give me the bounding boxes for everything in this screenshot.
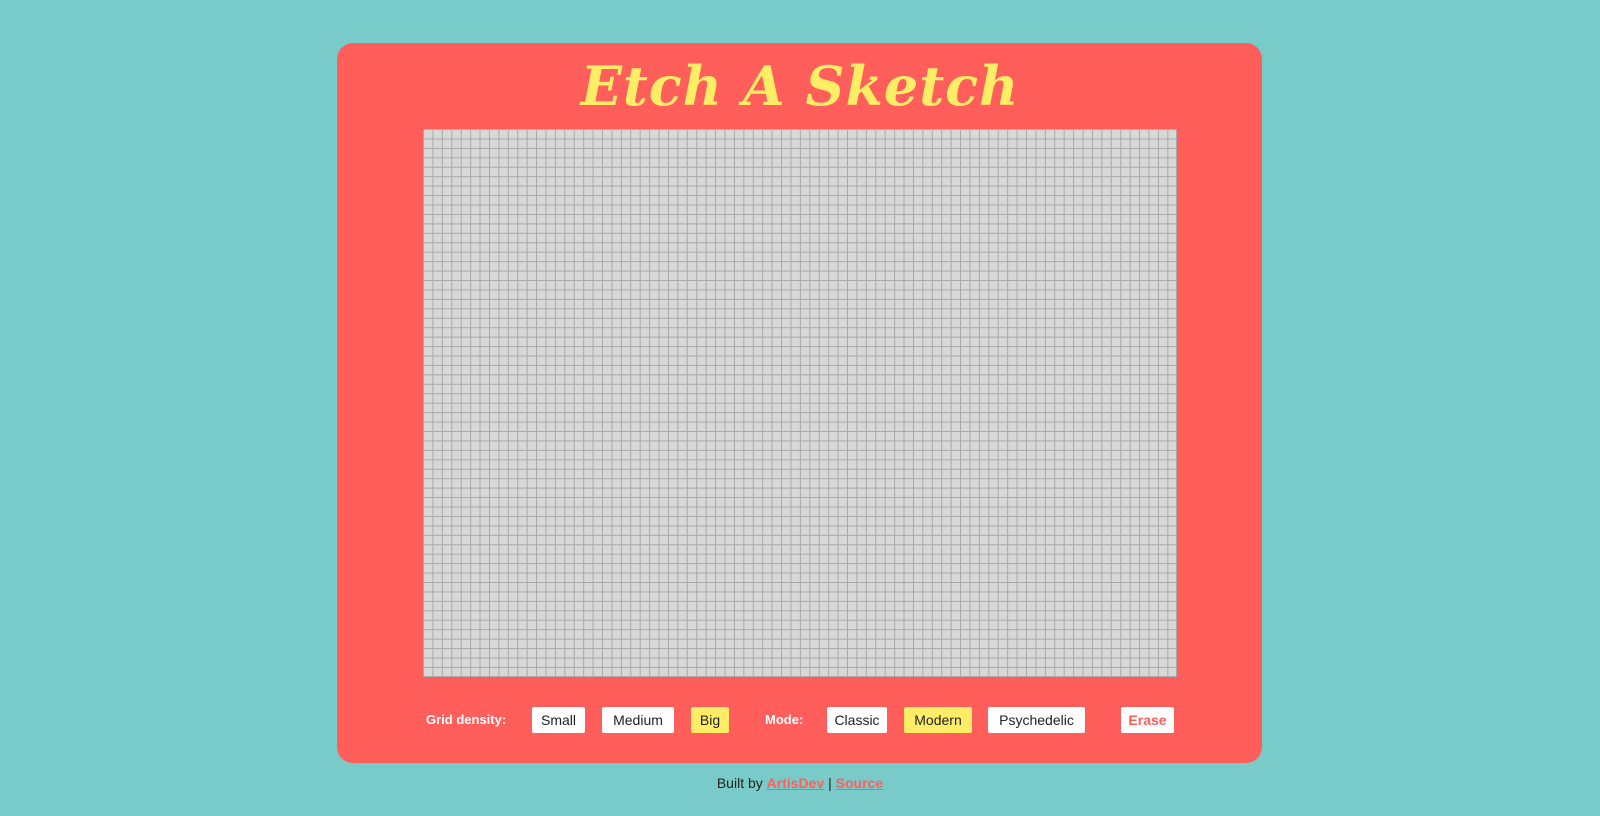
app-title: Etch A Sketch [580, 54, 1020, 118]
controls-bar: Grid density: Small Medium Big Mode: Cla… [0, 707, 1600, 733]
footer: Built by ArtisDev | Source [0, 772, 1600, 794]
mode-label: Mode: [765, 712, 804, 727]
mode-psychedelic-button[interactable]: Psychedelic [988, 707, 1085, 733]
grid-density-label: Grid density: [426, 712, 507, 727]
mode-modern-button[interactable]: Modern [904, 707, 972, 733]
density-big-button[interactable]: Big [691, 707, 729, 733]
drawing-grid[interactable] [423, 129, 1177, 677]
density-small-button[interactable]: Small [532, 707, 585, 733]
density-medium-button[interactable]: Medium [602, 707, 674, 733]
footer-prefix: Built by [716, 775, 767, 791]
author-link[interactable]: ArtisDev [767, 775, 825, 791]
footer-separator: | [824, 775, 836, 791]
erase-button[interactable]: Erase [1121, 707, 1174, 733]
source-link[interactable]: Source [836, 775, 883, 791]
mode-classic-button[interactable]: Classic [827, 707, 887, 733]
